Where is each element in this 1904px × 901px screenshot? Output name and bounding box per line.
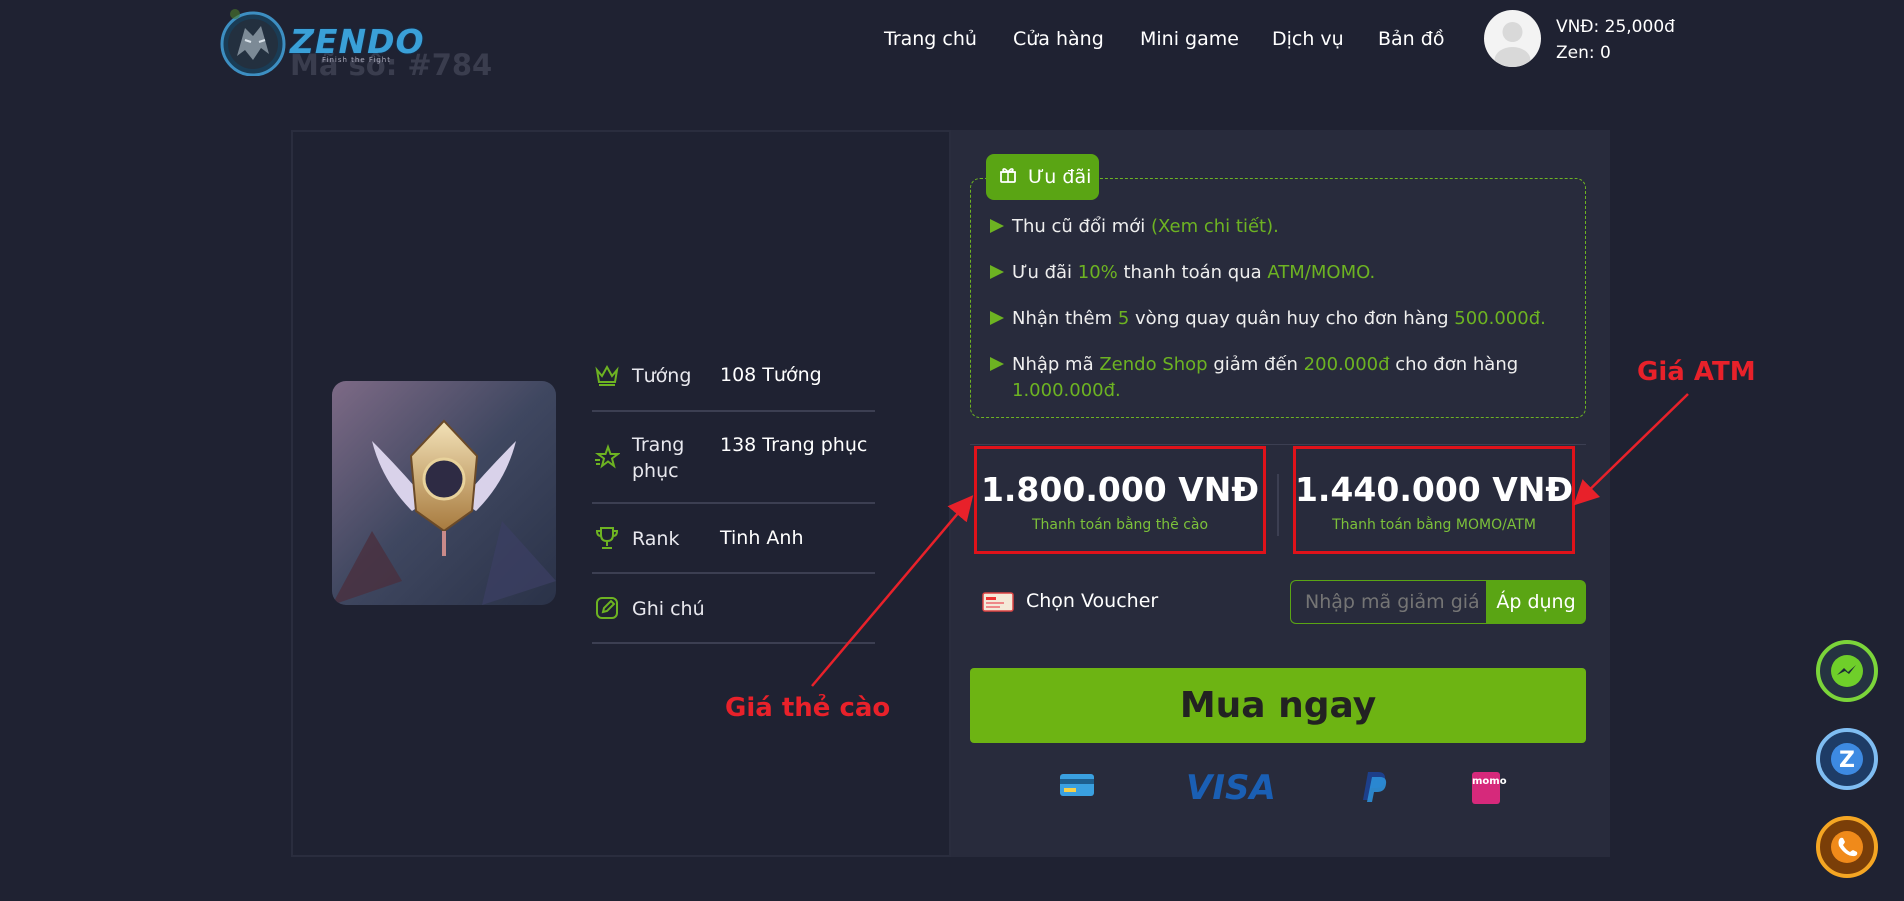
phone-icon (1831, 831, 1863, 863)
offer-item: Nhập mã Zendo Shop giảm đến 200.000đ cho… (990, 352, 1560, 404)
sparkle-star-icon (594, 444, 621, 470)
logo-emblem[interactable] (215, 6, 295, 77)
offer-text: giảm đến (1207, 354, 1304, 375)
gift-icon (998, 165, 1018, 190)
offer-item: Thu cũ đổi mới (Xem chi tiết). (990, 214, 1560, 240)
visa-logo: VISA (1186, 768, 1276, 808)
offer-text: cho đơn hàng (1389, 354, 1519, 375)
divider (592, 642, 875, 644)
messenger-button[interactable] (1816, 640, 1878, 702)
offer-text: vòng quay quân huy cho đơn hàng (1129, 308, 1455, 329)
voucher-code-input[interactable] (1290, 580, 1486, 624)
avatar[interactable] (1484, 10, 1541, 67)
offers-tag-label: Ưu đãi (1028, 166, 1092, 188)
annotation-atm-price: Giá ATM (1637, 357, 1756, 387)
offer-detail-link[interactable]: (Xem chi tiết). (1151, 216, 1279, 237)
divider (592, 502, 875, 504)
annotation-card-price: Giá thẻ cào (725, 693, 891, 723)
price-atm-label: Thanh toán bằng MOMO/ATM (1332, 517, 1536, 533)
balance-zen: Zen: 0 (1556, 43, 1611, 63)
apply-voucher-button[interactable]: Áp dụng (1486, 580, 1586, 624)
nav-shop[interactable]: Cửa hàng (1013, 28, 1104, 50)
play-arrow-icon (990, 265, 1004, 279)
divider (592, 410, 875, 412)
balance-vnd: VNĐ: 25,000đ (1556, 17, 1675, 37)
nav-services[interactable]: Dịch vụ (1272, 28, 1344, 50)
offer-highlight: 5 (1117, 308, 1130, 329)
play-arrow-icon (990, 219, 1004, 233)
price-card: 1.800.000 VNĐ (980, 470, 1260, 509)
price-card-label: Thanh toán bằng thẻ cào (1031, 517, 1209, 533)
offers-tag: Ưu đãi (986, 154, 1099, 200)
stat-value-rank: Tinh Anh (720, 527, 804, 549)
nav-minigame[interactable]: Mini game (1140, 28, 1239, 50)
edit-icon (594, 595, 620, 621)
stat-label-rank: Rank (632, 528, 680, 550)
divider (1277, 474, 1279, 536)
rank-thumbnail (332, 381, 556, 605)
price-atm: 1.440.000 VNĐ (1294, 470, 1574, 509)
trophy-icon (594, 525, 620, 551)
play-arrow-icon (990, 357, 1004, 371)
momo-logo: momo (1472, 772, 1507, 804)
nav-home[interactable]: Trang chủ (884, 28, 977, 50)
offer-highlight: Zendo Shop (1099, 354, 1208, 375)
stat-label-heroes: Tướng (632, 365, 692, 387)
offer-highlight: 500.000đ. (1454, 308, 1546, 329)
voucher-ticket-icon (982, 590, 1014, 614)
nav-map[interactable]: Bản đồ (1378, 28, 1444, 50)
offer-highlight: 200.000đ (1303, 354, 1390, 375)
offer-text: Thu cũ đổi mới (1012, 216, 1151, 237)
voucher-select[interactable]: Chọn Voucher (1026, 590, 1158, 612)
buy-now-button[interactable]: Mua ngay (970, 668, 1586, 743)
stat-value-heroes: 108 Tướng (720, 364, 822, 386)
offer-highlight: 1.000.000đ. (1012, 380, 1121, 401)
zalo-button[interactable]: Z (1816, 728, 1878, 790)
divider (970, 444, 1586, 445)
offer-item: Nhận thêm 5 vòng quay quân huy cho đơn h… (990, 306, 1560, 332)
logo-tagline: Finish the Fight (322, 56, 391, 64)
offer-text: Nhận thêm (1012, 308, 1118, 329)
stat-label-skins: Trang phục (632, 434, 685, 482)
stat-label-note: Ghi chú (632, 598, 705, 620)
stat-value-skins: 138 Trang phục (720, 434, 868, 456)
phone-button[interactable] (1816, 816, 1878, 878)
svg-text:Z: Z (1839, 748, 1855, 773)
offer-item: Ưu đãi 10% thanh toán qua ATM/MOMO. (990, 260, 1560, 286)
messenger-icon (1831, 655, 1863, 687)
paypal-icon (1360, 770, 1390, 808)
momo-text: momo (1472, 776, 1507, 787)
offer-text: thanh toán qua (1117, 262, 1268, 283)
zalo-icon: Z (1831, 743, 1863, 775)
play-arrow-icon (990, 311, 1004, 325)
offer-text: Nhập mã (1012, 354, 1100, 375)
crown-icon (594, 362, 620, 388)
offer-highlight: ATM/MOMO. (1267, 262, 1376, 283)
offer-highlight: 10% (1077, 262, 1118, 283)
divider (592, 572, 875, 574)
offer-text: Ưu đãi (1012, 262, 1078, 283)
card-icon (1058, 770, 1098, 804)
